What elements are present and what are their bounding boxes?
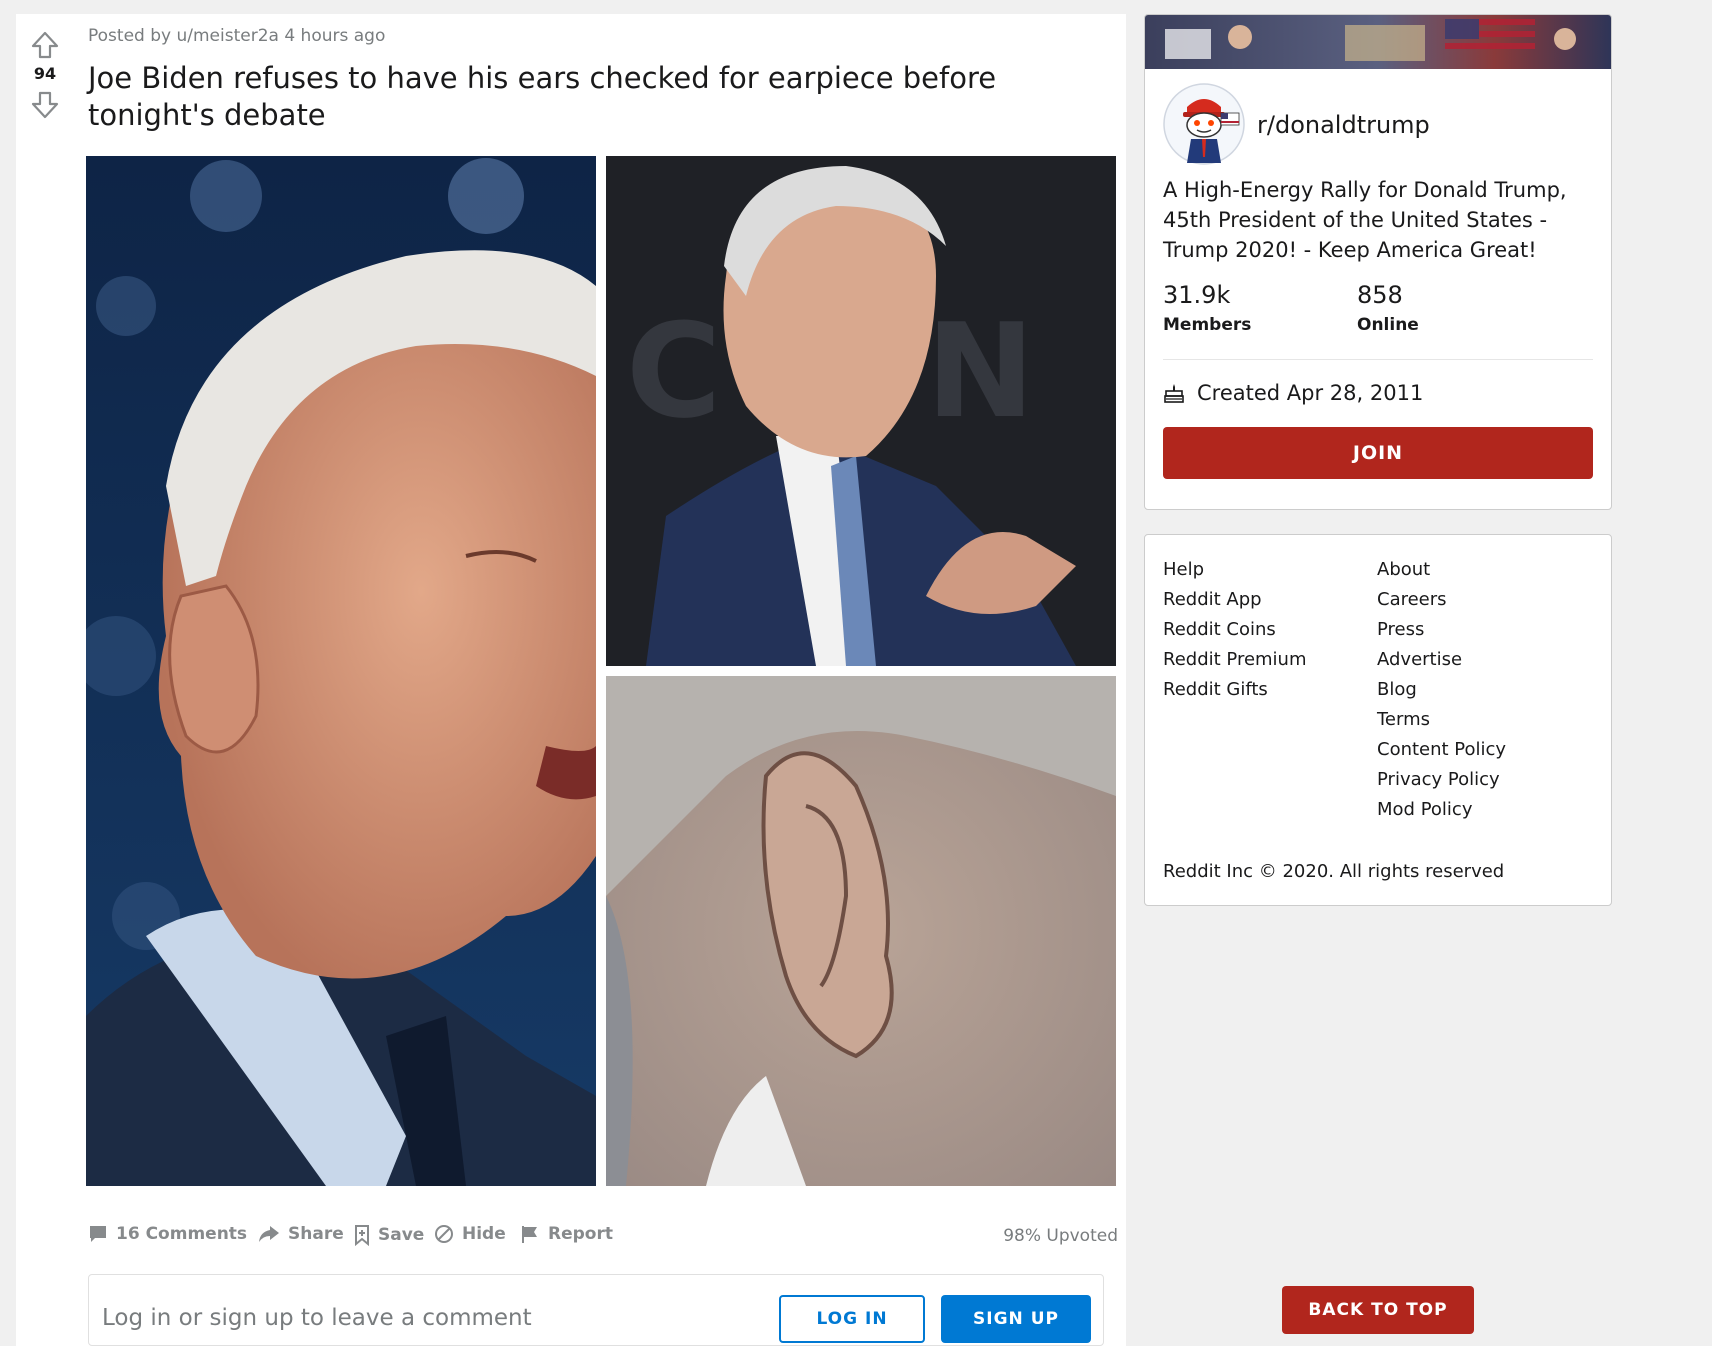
site-footer-card: Help Reddit App Reddit Coins Reddit Prem…	[1144, 534, 1612, 906]
footer-link-mod-policy[interactable]: Mod Policy	[1377, 795, 1506, 825]
share-button[interactable]: Share	[258, 1224, 344, 1244]
profile-photo	[86, 156, 596, 1186]
created-date-text: Created Apr 28, 2011	[1197, 381, 1424, 405]
comments-button[interactable]: 16 Comments	[88, 1224, 247, 1244]
vote-score: 94	[33, 64, 57, 83]
bookmark-icon	[355, 1225, 369, 1246]
share-label: Share	[288, 1224, 344, 1244]
ear-closeup-photo	[606, 676, 1116, 1186]
footer-link-content-policy[interactable]: Content Policy	[1377, 735, 1506, 765]
log-in-button[interactable]: LOG IN	[779, 1295, 925, 1343]
online-label: Online	[1357, 315, 1419, 335]
footer-link-reddit-gifts[interactable]: Reddit Gifts	[1163, 675, 1307, 705]
footer-link-reddit-coins[interactable]: Reddit Coins	[1163, 615, 1307, 645]
community-banner	[1145, 15, 1611, 69]
post-action-bar: 16 Comments Share Save Hide Report 98% U…	[88, 1224, 1118, 1254]
footer-link-press[interactable]: Press	[1377, 615, 1506, 645]
cake-icon	[1164, 384, 1184, 403]
join-button[interactable]: JOIN	[1163, 427, 1593, 479]
svg-text:N: N	[926, 295, 1035, 447]
subreddit-avatar-icon[interactable]	[1163, 83, 1245, 165]
footer-link-reddit-premium[interactable]: Reddit Premium	[1163, 645, 1307, 675]
post-meta[interactable]: Posted by u/meister2a 4 hours ago	[88, 26, 385, 46]
subreddit-description: A High-Energy Rally for Donald Trump, 45…	[1163, 178, 1567, 262]
hide-label: Hide	[462, 1224, 506, 1244]
upvoted-percentage: 98% Upvoted	[1003, 1226, 1118, 1246]
footer-link-help[interactable]: Help	[1163, 555, 1307, 585]
footer-link-privacy-policy[interactable]: Privacy Policy	[1377, 765, 1506, 795]
created-date-row: Created Apr 28, 2011	[1163, 381, 1423, 405]
members-stat: 31.9k Members	[1163, 281, 1251, 335]
post-card: 94 Posted by u/meister2a 4 hours ago Joe…	[16, 14, 1126, 1346]
save-label: Save	[378, 1225, 425, 1245]
sign-up-button[interactable]: SIGN UP	[941, 1295, 1091, 1343]
save-button[interactable]: Save	[354, 1224, 424, 1246]
community-info-card: r/donaldtrump A High-Energy Rally for Do…	[1144, 14, 1612, 510]
report-button[interactable]: Report	[520, 1224, 613, 1244]
footer-link-careers[interactable]: Careers	[1377, 585, 1506, 615]
card-divider	[1163, 359, 1593, 360]
comment-prompt: Log in or sign up to leave a comment	[102, 1305, 532, 1331]
hide-button[interactable]: Hide	[434, 1224, 506, 1244]
footer-link-terms[interactable]: Terms	[1377, 705, 1506, 735]
copyright-text: Reddit Inc © 2020. All rights reserved	[1163, 861, 1505, 882]
footer-link-about[interactable]: About	[1377, 555, 1506, 585]
members-count: 31.9k	[1163, 281, 1231, 309]
online-count: 858	[1357, 281, 1403, 309]
downvote-arrow-icon[interactable]	[30, 90, 60, 120]
post-title[interactable]: Joe Biden refuses to have his ears check…	[88, 60, 1108, 134]
online-stat: 858 Online	[1357, 281, 1419, 335]
podium-photo: C N	[606, 156, 1116, 666]
comments-label: 16 Comments	[116, 1224, 248, 1244]
report-label: Report	[548, 1224, 613, 1244]
subreddit-name[interactable]: r/donaldtrump	[1257, 111, 1430, 139]
hide-icon	[435, 1225, 453, 1243]
flag-icon	[522, 1226, 537, 1243]
footer-links-right: About Careers Press Advertise Blog Terms…	[1377, 555, 1506, 825]
footer-link-reddit-app[interactable]: Reddit App	[1163, 585, 1307, 615]
members-label: Members	[1163, 315, 1252, 335]
footer-links-left: Help Reddit App Reddit Coins Reddit Prem…	[1163, 555, 1307, 705]
svg-text:C: C	[626, 295, 721, 447]
comment-icon	[90, 1226, 106, 1242]
footer-link-blog[interactable]: Blog	[1377, 675, 1506, 705]
comment-login-box: Log in or sign up to leave a comment LOG…	[88, 1274, 1104, 1346]
back-to-top-button[interactable]: BACK TO TOP	[1282, 1286, 1474, 1334]
share-icon	[259, 1226, 279, 1242]
upvote-arrow-icon[interactable]	[30, 30, 60, 60]
footer-link-advertise[interactable]: Advertise	[1377, 645, 1506, 675]
